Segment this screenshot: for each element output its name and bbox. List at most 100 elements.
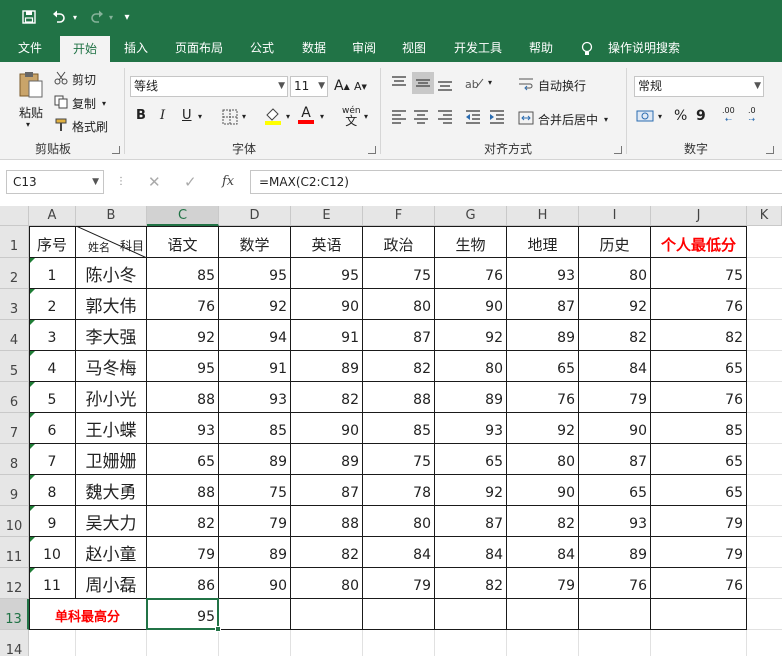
score-cell[interactable]: 82 (507, 506, 579, 537)
score-cell[interactable]: 88 (291, 506, 363, 537)
score-cell[interactable]: 95 (291, 258, 363, 289)
row-header-12[interactable]: 12 (0, 568, 29, 599)
score-cell[interactable]: 89 (291, 444, 363, 475)
name-cell[interactable]: 孙小光 (76, 382, 147, 413)
score-cell[interactable]: 93 (147, 413, 219, 444)
row-header-8[interactable]: 8 (0, 444, 29, 475)
fill-color-icon[interactable] (264, 107, 282, 125)
redo-dropdown-icon[interactable]: ▾ (106, 6, 116, 28)
header-subject-cell[interactable]: 地理 (507, 226, 579, 258)
seq-cell[interactable]: 11 (29, 568, 76, 599)
row-header-2[interactable]: 2 (0, 258, 29, 289)
align-bottom-icon[interactable] (436, 74, 454, 92)
seq-cell[interactable]: 7 (29, 444, 76, 475)
column-header-b[interactable]: B (76, 206, 147, 226)
score-cell[interactable]: 78 (363, 475, 435, 506)
fill-handle[interactable] (215, 626, 221, 632)
borders-dropdown-icon[interactable]: ▾ (242, 112, 246, 121)
tab-developer[interactable]: 开发工具 (444, 34, 512, 62)
score-cell[interactable]: 79 (147, 537, 219, 568)
score-cell[interactable]: 88 (363, 382, 435, 413)
empty-cell[interactable] (219, 599, 291, 630)
copy-button[interactable]: 复制 ▾ (54, 94, 106, 112)
min-score-cell[interactable]: 85 (651, 413, 747, 444)
score-cell[interactable]: 87 (579, 444, 651, 475)
tab-file[interactable]: 文件 (8, 34, 52, 62)
seq-cell[interactable]: 5 (29, 382, 76, 413)
increase-indent-icon[interactable] (488, 108, 506, 126)
score-cell[interactable]: 89 (291, 351, 363, 382)
min-score-cell[interactable]: 75 (651, 258, 747, 289)
borders-icon[interactable] (222, 109, 238, 125)
font-launcher-icon[interactable] (368, 146, 376, 154)
empty-cell[interactable] (363, 599, 435, 630)
score-cell[interactable]: 87 (435, 506, 507, 537)
header-diagonal-cell[interactable]: 姓名 科目 (76, 226, 147, 258)
row-header-7[interactable]: 7 (0, 413, 29, 444)
score-cell[interactable]: 76 (147, 289, 219, 320)
column-header-d[interactable]: D (219, 206, 291, 226)
score-cell[interactable]: 75 (363, 444, 435, 475)
empty-cell[interactable] (507, 599, 579, 630)
score-cell[interactable]: 90 (219, 568, 291, 599)
header-subject-cell[interactable]: 政治 (363, 226, 435, 258)
min-score-cell[interactable]: 76 (651, 568, 747, 599)
row-header-11[interactable]: 11 (0, 537, 29, 568)
column-header-j[interactable]: J (651, 206, 747, 226)
percent-button[interactable]: % (674, 108, 687, 124)
phonetic-dropdown-icon[interactable]: ▾ (364, 112, 368, 121)
min-score-cell[interactable]: 82 (651, 320, 747, 351)
increase-decimal-button[interactable]: .00 ⇠ (722, 106, 735, 124)
score-cell[interactable]: 80 (507, 444, 579, 475)
italic-button[interactable]: I (160, 108, 165, 123)
row-header-6[interactable]: 6 (0, 382, 29, 413)
tab-view[interactable]: 视图 (394, 34, 434, 62)
header-subject-cell[interactable]: 生物 (435, 226, 507, 258)
score-cell[interactable]: 79 (507, 568, 579, 599)
grow-font-button[interactable]: A ▲ (334, 78, 350, 94)
score-cell[interactable]: 85 (363, 413, 435, 444)
align-left-icon[interactable] (390, 108, 408, 126)
orientation-icon[interactable]: ab (464, 74, 486, 92)
paste-button[interactable]: 粘贴 (14, 104, 48, 121)
name-cell[interactable]: 赵小童 (76, 537, 147, 568)
min-score-cell[interactable]: 65 (651, 475, 747, 506)
formula-input[interactable]: =MAX(C2:C12) (250, 170, 782, 194)
score-cell[interactable]: 84 (579, 351, 651, 382)
tab-insert[interactable]: 插入 (116, 34, 156, 62)
name-cell[interactable]: 吴大力 (76, 506, 147, 537)
chevron-down-icon[interactable]: ▼ (92, 171, 99, 193)
score-cell[interactable]: 82 (435, 568, 507, 599)
row-header-10[interactable]: 10 (0, 506, 29, 537)
score-cell[interactable]: 84 (363, 537, 435, 568)
score-cell[interactable]: 92 (147, 320, 219, 351)
paste-icon[interactable] (14, 70, 48, 100)
column-header-g[interactable]: G (435, 206, 507, 226)
score-cell[interactable]: 75 (219, 475, 291, 506)
score-cell[interactable]: 89 (435, 382, 507, 413)
score-cell[interactable]: 90 (579, 413, 651, 444)
header-seq-cell[interactable]: 序号 (29, 226, 76, 258)
score-cell[interactable]: 79 (363, 568, 435, 599)
score-cell[interactable]: 88 (147, 382, 219, 413)
score-cell[interactable]: 79 (219, 506, 291, 537)
name-box[interactable]: C13 ▼ (6, 170, 104, 194)
decrease-indent-icon[interactable] (464, 108, 482, 126)
font-size-select[interactable]: 11 ▼ (290, 76, 328, 97)
name-cell[interactable]: 王小蝶 (76, 413, 147, 444)
align-center-icon[interactable] (412, 108, 430, 126)
seq-cell[interactable]: 1 (29, 258, 76, 289)
score-cell[interactable]: 93 (435, 413, 507, 444)
name-cell[interactable]: 马冬梅 (76, 351, 147, 382)
tab-page-layout[interactable]: 页面布局 (166, 34, 232, 62)
fill-color-dropdown-icon[interactable]: ▾ (286, 112, 290, 121)
comma-button[interactable]: 9 (696, 108, 706, 124)
score-cell[interactable]: 93 (219, 382, 291, 413)
score-cell[interactable]: 90 (291, 289, 363, 320)
copy-dropdown-icon[interactable]: ▾ (102, 99, 106, 108)
header-subject-cell[interactable]: 数学 (219, 226, 291, 258)
spreadsheet-grid[interactable]: A B C D E F G H I J K 1 2 3 4 5 6 7 8 9 10 11 12 13 14 序号 姓名 科目 语文 数学… (0, 206, 782, 656)
min-score-cell[interactable]: 76 (651, 382, 747, 413)
max-label-cell[interactable]: 单科最高分 (29, 599, 147, 630)
score-cell[interactable]: 90 (507, 475, 579, 506)
